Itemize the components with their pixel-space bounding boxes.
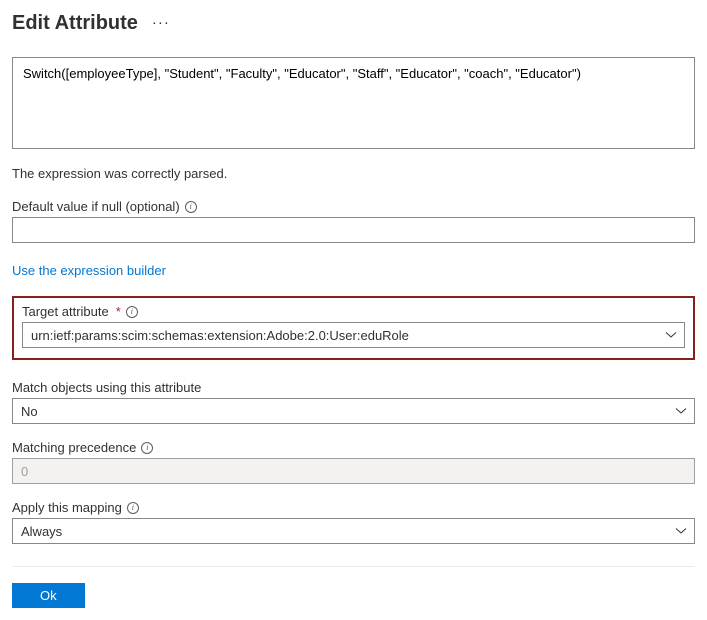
- expression-input[interactable]: [12, 57, 695, 149]
- match-objects-select[interactable]: No: [12, 398, 695, 424]
- apply-mapping-label: Apply this mapping: [12, 500, 122, 515]
- expression-builder-link[interactable]: Use the expression builder: [12, 263, 166, 278]
- parse-status-text: The expression was correctly parsed.: [12, 166, 695, 181]
- info-icon[interactable]: i: [127, 502, 139, 514]
- divider: [12, 566, 695, 567]
- match-objects-label: Match objects using this attribute: [12, 380, 201, 395]
- page-title: Edit Attribute: [12, 12, 138, 35]
- default-value-input[interactable]: [12, 217, 695, 243]
- apply-mapping-value: Always: [21, 524, 62, 539]
- target-attribute-value: urn:ietf:params:scim:schemas:extension:A…: [31, 328, 409, 343]
- default-value-label: Default value if null (optional): [12, 199, 180, 214]
- info-icon[interactable]: i: [185, 201, 197, 213]
- target-attribute-highlight: Target attribute * i urn:ietf:params:sci…: [12, 296, 695, 360]
- info-icon[interactable]: i: [126, 306, 138, 318]
- match-objects-value: No: [21, 404, 38, 419]
- target-attribute-select[interactable]: urn:ietf:params:scim:schemas:extension:A…: [22, 322, 685, 348]
- more-actions-icon[interactable]: ···: [152, 14, 170, 33]
- target-attribute-label: Target attribute: [22, 304, 109, 319]
- info-icon[interactable]: i: [141, 442, 153, 454]
- matching-precedence-input: [12, 458, 695, 484]
- ok-button[interactable]: Ok: [12, 583, 85, 608]
- required-indicator: *: [116, 304, 121, 319]
- apply-mapping-select[interactable]: Always: [12, 518, 695, 544]
- matching-precedence-label: Matching precedence: [12, 440, 136, 455]
